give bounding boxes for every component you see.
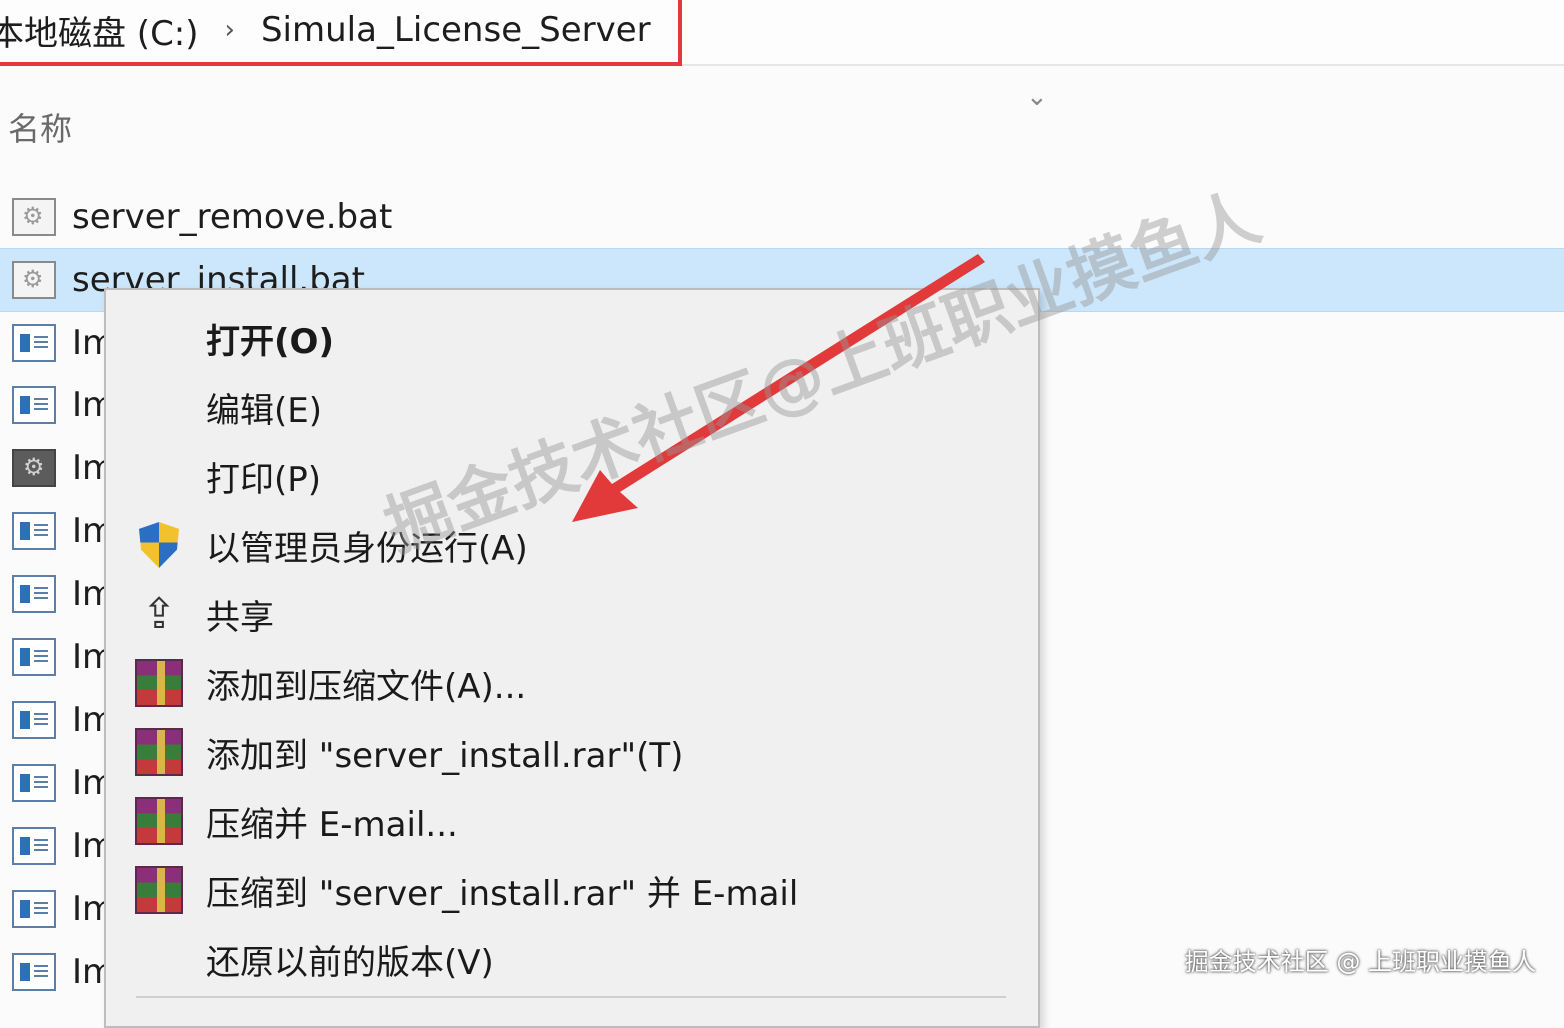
corner-watermark: 掘金技术社区 @ 上班职业摸鱼人 — [1184, 948, 1536, 976]
annotation-arrow — [572, 254, 985, 522]
